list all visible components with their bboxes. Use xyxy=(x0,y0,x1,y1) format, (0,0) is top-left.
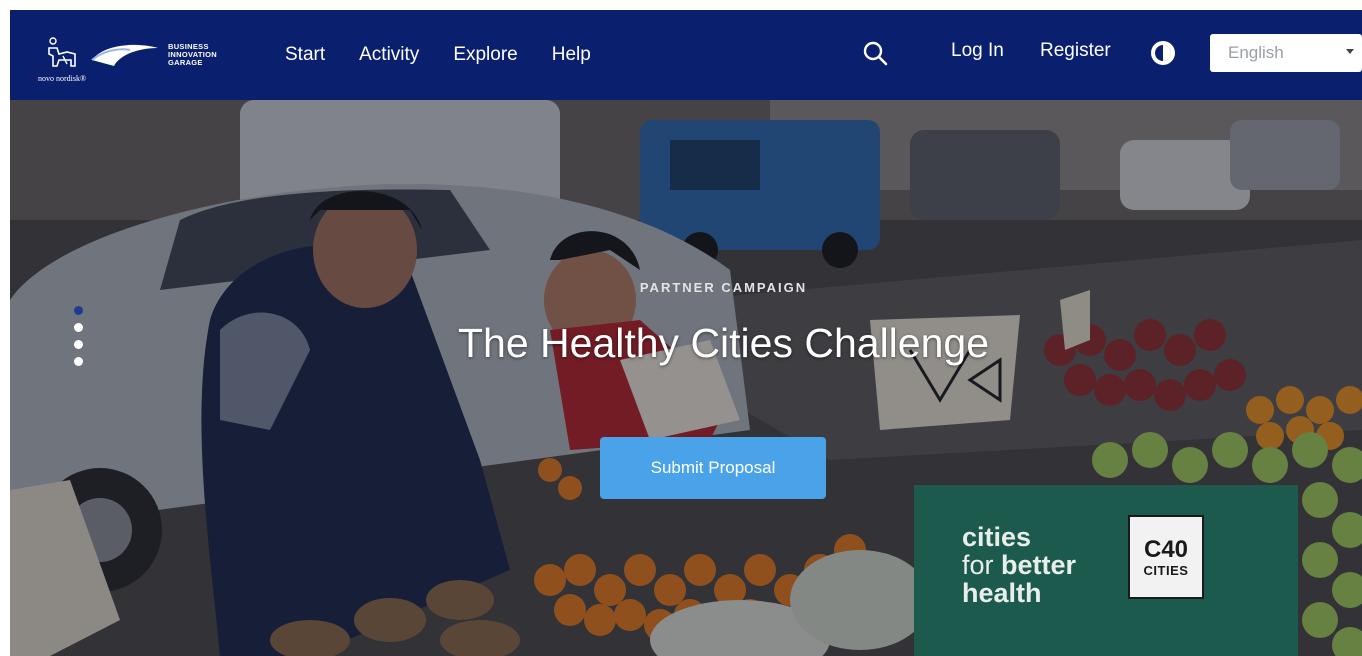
hero-eyebrow: PARTNER CAMPAIGN xyxy=(639,280,808,295)
garage-text: BUSINESS INNOVATION GARAGE xyxy=(168,42,217,67)
brand-logo[interactable]: novo nordisk® BUSINESS INNOVATION GARAGE xyxy=(37,22,217,88)
novo-nordisk-logo: novo nordisk® xyxy=(37,27,87,83)
navbar: novo nordisk® BUSINESS INNOVATION GARAGE… xyxy=(10,10,1362,100)
carousel-dot-1[interactable] xyxy=(74,306,83,315)
search-icon[interactable] xyxy=(862,40,888,66)
nav-start[interactable]: Start xyxy=(285,44,325,66)
apis-bull-icon xyxy=(48,37,76,67)
login-link[interactable]: Log In xyxy=(951,40,1004,62)
business-innovation-garage-logo: BUSINESS INNOVATION GARAGE xyxy=(90,40,217,70)
nav-explore[interactable]: Explore xyxy=(453,44,517,66)
nav-help[interactable]: Help xyxy=(552,44,591,66)
register-link[interactable]: Register xyxy=(1040,40,1111,62)
contrast-icon[interactable] xyxy=(1149,39,1177,67)
hero-title: The Healthy Cities Challenge xyxy=(458,320,989,366)
swoosh-icon xyxy=(91,44,158,66)
language-select[interactable]: English xyxy=(1210,34,1362,72)
top-strip xyxy=(0,0,1362,10)
main-nav: Start Activity Explore Help xyxy=(285,10,625,100)
novo-nordisk-text: novo nordisk® xyxy=(37,74,87,83)
submit-proposal-button[interactable]: Submit Proposal xyxy=(600,437,826,499)
partner-logo-box: cities for better health C40 CITIES xyxy=(914,485,1298,656)
language-value: English xyxy=(1228,43,1284,62)
chevron-down-icon xyxy=(1346,49,1354,54)
page: novo nordisk® BUSINESS INNOVATION GARAGE… xyxy=(0,0,1362,656)
hero-banner: PARTNER CAMPAIGN The Healthy Cities Chal… xyxy=(10,100,1362,656)
cities-for-better-health-logo: cities for better health xyxy=(962,522,1077,608)
c40-cities-logo: C40 CITIES xyxy=(1128,515,1204,599)
nav-activity[interactable]: Activity xyxy=(359,44,419,66)
